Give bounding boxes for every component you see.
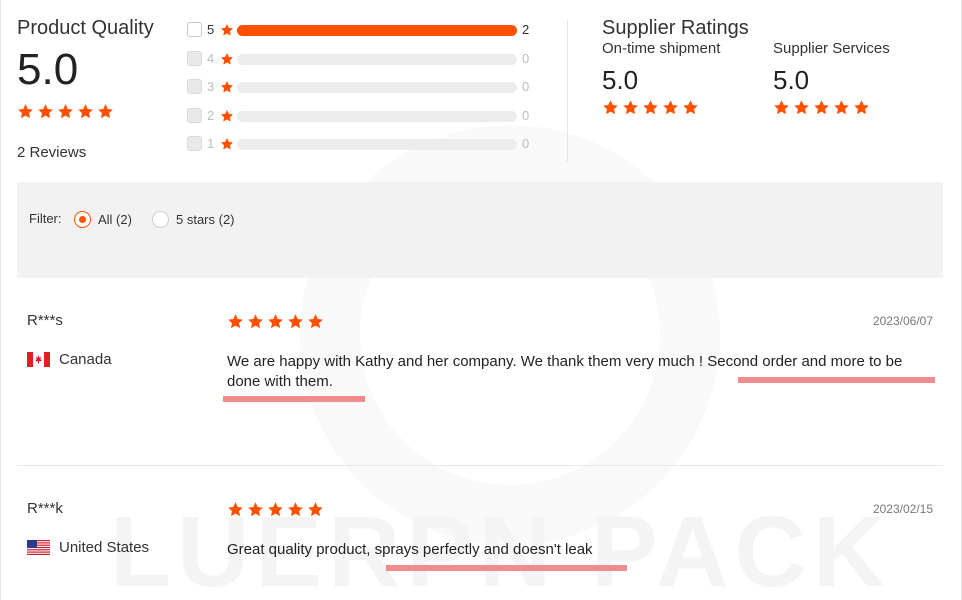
star-icon [247, 501, 264, 518]
rating-label: On-time shipment [602, 40, 721, 57]
on-time-shipment-rating: On-time shipment 5.0 [602, 40, 720, 116]
star-icon [682, 99, 699, 116]
star-icon [287, 313, 304, 330]
star-icon [602, 99, 619, 116]
rating-label: Supplier Services [773, 40, 890, 57]
star-icon [793, 99, 810, 116]
section-divider [567, 20, 568, 162]
review-text: We are happy with Kathy and her company.… [227, 353, 903, 390]
rating-stars [602, 99, 720, 116]
radio-button[interactable] [152, 211, 169, 228]
filter-option-label: 5 stars (2) [176, 212, 235, 227]
product-quality-stars [17, 103, 114, 120]
star-icon [307, 501, 324, 518]
star-icon [97, 103, 114, 120]
rating-checkbox[interactable] [187, 79, 202, 94]
star-icon [77, 103, 94, 120]
filter-bar: Filter: All (2) 5 stars (2) [17, 182, 943, 278]
rating-count: 0 [522, 108, 530, 123]
star-icon [220, 23, 234, 37]
highlight-mark [738, 377, 935, 383]
rating-count: 2 [522, 22, 530, 37]
rating-row-1[interactable]: 1 0 [187, 135, 537, 153]
reviewer-name: R***k [27, 500, 63, 517]
filter-option-5-stars[interactable]: 5 stars (2) [152, 211, 235, 228]
filter-option-all[interactable]: All (2) [74, 211, 132, 228]
star-icon [833, 99, 850, 116]
filter-label: Filter: [29, 211, 62, 226]
review-divider [17, 465, 943, 466]
rating-count: 0 [522, 136, 530, 151]
review-date: 2023/02/15 [872, 502, 933, 516]
rating-row-5[interactable]: 5 2 [187, 21, 537, 39]
rating-checkbox[interactable] [187, 108, 202, 123]
star-icon [220, 80, 234, 94]
star-icon [227, 501, 244, 518]
star-icon [662, 99, 679, 116]
star-icon [622, 99, 639, 116]
rating-count: 0 [522, 51, 530, 66]
highlight-mark [386, 565, 627, 571]
star-icon [773, 99, 790, 116]
review-stars [227, 501, 324, 518]
rating-stars [773, 99, 890, 116]
star-icon [853, 99, 870, 116]
rating-bar [237, 111, 517, 122]
star-icon [247, 313, 264, 330]
rating-row-4[interactable]: 4 0 [187, 50, 537, 68]
rating-score: 5.0 [773, 65, 810, 95]
star-icon [220, 109, 234, 123]
country-name: United States [59, 539, 150, 556]
star-icon [57, 103, 74, 120]
country-name: Canada [59, 351, 112, 368]
star-icon [813, 99, 830, 116]
star-icon [642, 99, 659, 116]
review-stars [227, 313, 324, 330]
star-icon [267, 501, 284, 518]
product-quality-title: Product Quality [17, 17, 154, 39]
review-date: 2023/06/07 [872, 314, 933, 328]
reviewer-name: R***s [27, 312, 63, 329]
rating-level: 3 [207, 79, 215, 94]
reviewer-country: Canada [27, 351, 112, 368]
usa-flag-icon [27, 540, 50, 555]
highlight-mark [223, 396, 365, 402]
rating-count: 0 [522, 79, 530, 94]
rating-bar [237, 54, 517, 65]
rating-bar [237, 139, 517, 150]
star-icon [37, 103, 54, 120]
rating-level: 1 [207, 136, 215, 151]
star-icon [220, 137, 234, 151]
filter-option-label: All (2) [98, 212, 132, 227]
product-quality-score: 5.0 [17, 45, 79, 94]
canada-flag-icon [27, 352, 50, 367]
rating-checkbox[interactable] [187, 51, 202, 66]
rating-bar [237, 82, 517, 93]
star-icon [307, 313, 324, 330]
rating-level: 2 [207, 108, 215, 123]
supplier-ratings-title: Supplier Ratings [602, 17, 749, 39]
rating-bar-fill [237, 25, 517, 36]
reviewer-country: United States [27, 539, 149, 556]
rating-score: 5.0 [602, 65, 639, 95]
star-icon [220, 52, 234, 66]
star-icon [17, 103, 34, 120]
supplier-services-rating: Supplier Services 5.0 [773, 40, 890, 116]
rating-row-3[interactable]: 3 0 [187, 78, 537, 96]
rating-row-2[interactable]: 2 0 [187, 107, 537, 125]
review-text: Great quality product, sprays perfectly … [227, 541, 593, 558]
rating-checkbox[interactable] [187, 136, 202, 151]
star-icon [287, 501, 304, 518]
star-icon [267, 313, 284, 330]
rating-bar [237, 25, 517, 36]
rating-level: 4 [207, 51, 215, 66]
radio-button-selected[interactable] [74, 211, 91, 228]
rating-checkbox[interactable] [187, 22, 202, 37]
review-count: 2 Reviews [17, 144, 87, 161]
star-icon [227, 313, 244, 330]
rating-level: 5 [207, 22, 215, 37]
